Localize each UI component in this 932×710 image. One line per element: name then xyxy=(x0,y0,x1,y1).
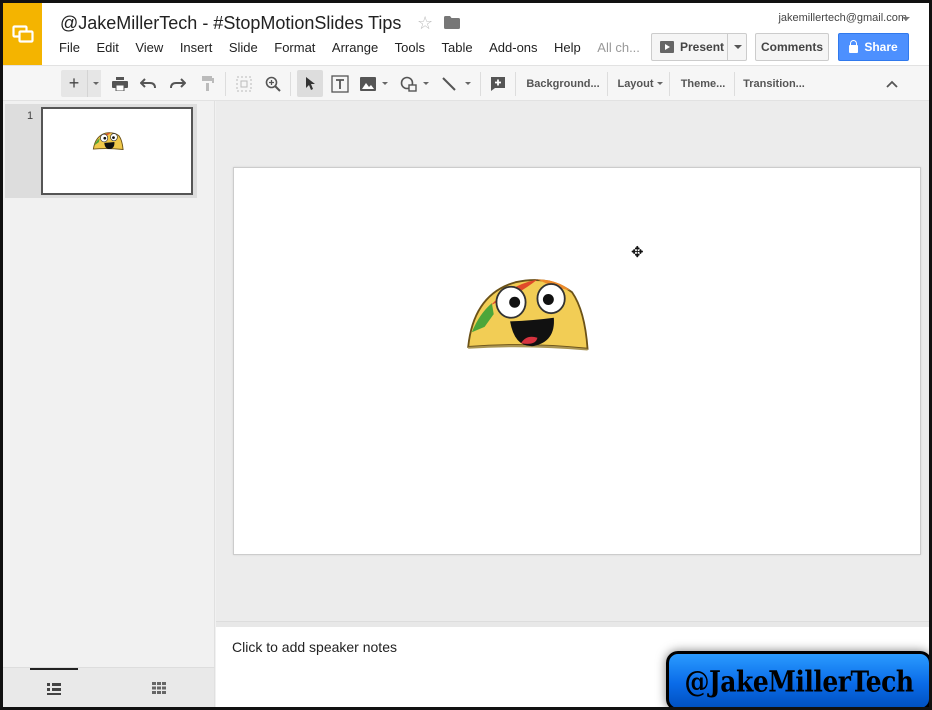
new-slide-dropdown-icon[interactable] xyxy=(87,70,101,97)
menu-edit[interactable]: Edit xyxy=(96,40,118,55)
taco-thumbnail-image xyxy=(92,132,124,151)
add-comment-icon[interactable] xyxy=(486,70,510,97)
grid-view-icon xyxy=(152,682,166,694)
speaker-notes-placeholder[interactable]: Click to add speaker notes xyxy=(232,639,397,655)
image-icon[interactable] xyxy=(357,70,391,97)
theme-button[interactable]: Theme... xyxy=(674,70,732,97)
zoom-fit-icon[interactable] xyxy=(232,70,256,97)
menu-tools[interactable]: Tools xyxy=(395,40,425,55)
menu-file[interactable]: File xyxy=(59,40,80,55)
filmstrip-view-button[interactable] xyxy=(30,668,78,707)
layout-button[interactable]: Layout xyxy=(612,70,668,97)
app-window: @JakeMillerTech - #StopMotionSlides Tips… xyxy=(0,0,932,710)
header: @JakeMillerTech - #StopMotionSlides Tips… xyxy=(3,3,929,65)
menu-help[interactable]: Help xyxy=(554,40,581,55)
share-label: Share xyxy=(864,40,898,54)
save-status[interactable]: All ch... xyxy=(597,40,640,55)
comments-button[interactable]: Comments xyxy=(755,33,829,61)
watermark-badge: @JakeMillerTech xyxy=(666,651,929,707)
menu-insert[interactable]: Insert xyxy=(180,40,213,55)
menu-arrange[interactable]: Arrange xyxy=(332,40,378,55)
menu-bar: File Edit View Insert Slide Format Arran… xyxy=(59,40,656,55)
document-title[interactable]: @JakeMillerTech - #StopMotionSlides Tips xyxy=(60,13,401,34)
present-dropdown-icon[interactable] xyxy=(734,45,742,49)
star-icon[interactable]: ☆ xyxy=(417,13,433,34)
view-toggle-bar xyxy=(3,667,215,707)
present-button[interactable]: Present xyxy=(651,33,747,61)
move-cursor-icon: ✥ xyxy=(631,244,644,261)
account-caret-icon[interactable] xyxy=(902,17,910,21)
menu-format[interactable]: Format xyxy=(274,40,315,55)
slide-thumbnail-row[interactable]: 1 xyxy=(5,104,197,198)
filmstrip-panel: 1 xyxy=(3,101,215,667)
slide-canvas[interactable]: ✥ xyxy=(233,167,921,555)
collapse-toolbar-icon[interactable] xyxy=(879,70,905,97)
zoom-icon[interactable] xyxy=(261,70,285,97)
watermark-text: @JakeMillerTech xyxy=(684,664,914,698)
new-slide-icon[interactable]: + xyxy=(61,70,87,97)
paint-format-icon[interactable] xyxy=(197,70,219,97)
shape-icon[interactable] xyxy=(397,70,431,97)
present-icon xyxy=(660,41,674,53)
background-button[interactable]: Background... xyxy=(520,70,606,97)
account-email[interactable]: jakemillertech@gmail.com xyxy=(778,12,907,24)
redo-icon[interactable] xyxy=(167,70,189,97)
select-tool-icon[interactable] xyxy=(297,70,323,97)
menu-view[interactable]: View xyxy=(135,40,163,55)
present-label: Present xyxy=(680,40,725,54)
slide-number: 1 xyxy=(27,110,34,122)
text-box-icon[interactable] xyxy=(328,70,352,97)
menu-slide[interactable]: Slide xyxy=(229,40,258,55)
slide-thumbnail[interactable] xyxy=(41,107,193,195)
lock-icon xyxy=(849,39,859,53)
filmstrip-view-icon xyxy=(47,683,61,695)
editor-canvas-area[interactable]: ✥ xyxy=(216,101,929,621)
taco-character-image[interactable] xyxy=(459,274,594,356)
present-main[interactable]: Present xyxy=(652,34,728,60)
grid-view-button[interactable] xyxy=(135,668,183,707)
toolbar: + Background... Layout Theme... Transiti… xyxy=(3,65,929,101)
line-icon[interactable] xyxy=(437,70,475,97)
menu-add-ons[interactable]: Add-ons xyxy=(489,40,537,55)
slides-logo-icon[interactable] xyxy=(3,3,42,65)
share-button[interactable]: Share xyxy=(838,33,909,61)
print-icon[interactable] xyxy=(109,70,131,97)
folder-icon[interactable] xyxy=(444,16,460,34)
undo-icon[interactable] xyxy=(137,70,159,97)
menu-table[interactable]: Table xyxy=(442,40,473,55)
transition-button[interactable]: Transition... xyxy=(738,70,810,97)
